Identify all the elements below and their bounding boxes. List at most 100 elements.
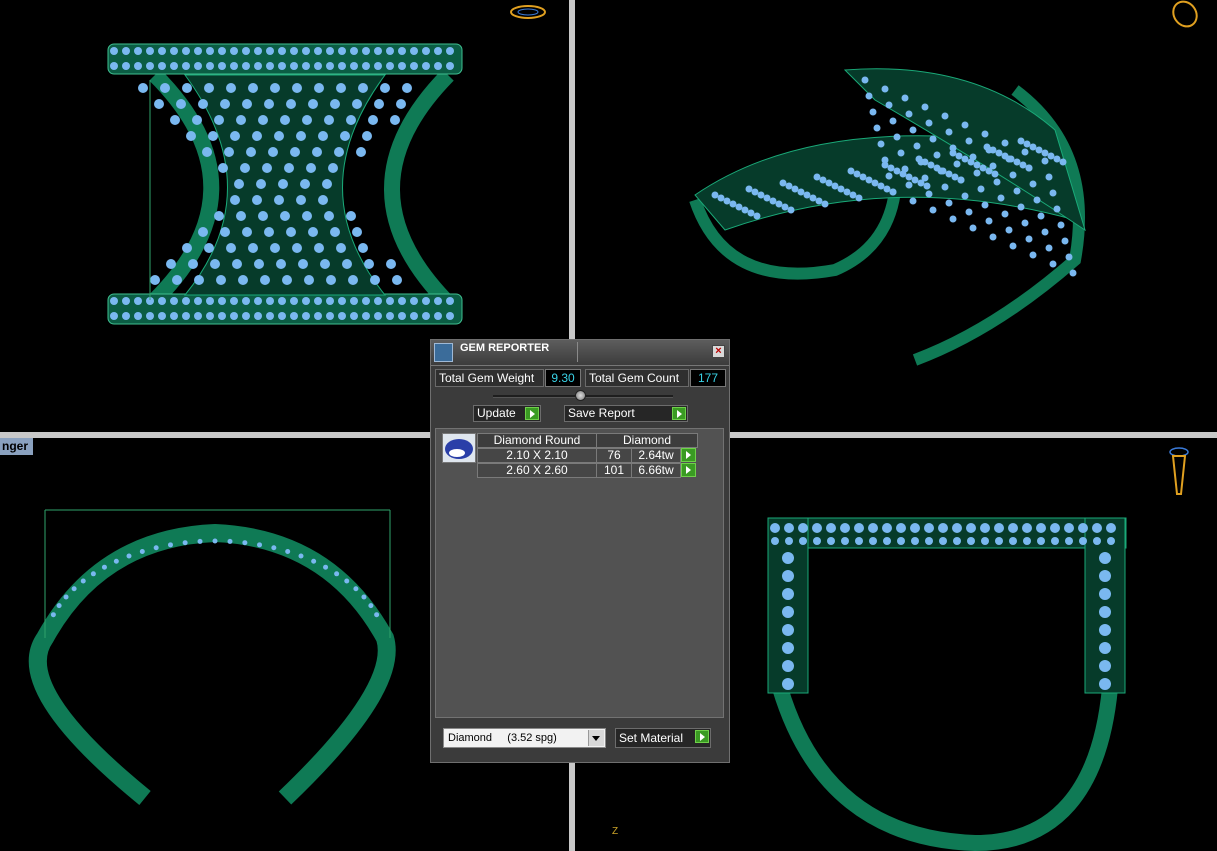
table-row-weight: 6.66tw	[631, 463, 681, 478]
gem-stone	[897, 537, 905, 545]
gem-stone	[170, 47, 178, 55]
gem-stone	[206, 47, 214, 55]
gem-stone	[945, 170, 953, 178]
pendant-gizmo-icon[interactable]	[1167, 446, 1191, 498]
viewport-name-tab[interactable]: nger	[0, 438, 33, 455]
gem-stone	[308, 227, 318, 237]
gem-stone	[812, 523, 822, 533]
set-material-button[interactable]: Set Material	[615, 728, 711, 748]
gem-stone	[1099, 552, 1111, 564]
gem-stone	[326, 47, 334, 55]
gem-stone	[1047, 152, 1055, 160]
gem-stone	[212, 538, 218, 544]
play-icon[interactable]	[681, 463, 696, 477]
gem-stone	[182, 62, 190, 70]
gem-stone	[374, 99, 384, 109]
gem-stone	[236, 115, 246, 125]
gem-stone	[194, 275, 204, 285]
gem-stone	[915, 155, 923, 163]
gem-stone	[885, 101, 893, 109]
gem-reporter-panel[interactable]: GEM REPORTER × Total Gem Weight 9.30 Tot…	[430, 339, 730, 763]
gem-stone	[1037, 212, 1045, 220]
gem-stone	[198, 99, 208, 109]
gem-stone	[877, 182, 885, 190]
gem-stone	[274, 131, 284, 141]
gem-stone	[302, 297, 310, 305]
gem-stone	[188, 259, 198, 269]
material-select[interactable]: Diamond (3.52 spg)	[443, 728, 606, 748]
gem-stone	[182, 297, 190, 305]
gem-stone	[925, 537, 933, 545]
gem-stone	[122, 47, 130, 55]
gem-stone	[819, 176, 827, 184]
gem-stone	[1009, 537, 1017, 545]
gem-stone	[258, 211, 268, 221]
gem-stone	[258, 115, 268, 125]
panel-titlebar[interactable]: GEM REPORTER ×	[431, 340, 729, 366]
gem-stone	[122, 312, 130, 320]
gem-stone	[290, 47, 298, 55]
gem-list[interactable]: Diamond Round Diamond 2.10 X 2.10 76 2.6…	[435, 428, 724, 718]
gem-stone	[782, 642, 794, 654]
gem-stone	[314, 243, 324, 253]
gem-stone	[967, 158, 975, 166]
gem-stone	[881, 161, 889, 169]
gem-stone	[220, 99, 230, 109]
gem-stone	[390, 115, 400, 125]
gem-stone	[374, 62, 382, 70]
gem-stone	[803, 191, 811, 199]
round-gem-icon[interactable]	[442, 433, 476, 463]
gem-stone	[264, 227, 274, 237]
gem-stone	[266, 297, 274, 305]
gem-stone	[80, 578, 86, 584]
gem-stone	[362, 312, 370, 320]
gem-stone	[224, 147, 234, 157]
gem-stone	[782, 660, 794, 672]
gem-stone	[1107, 537, 1115, 545]
gem-stone	[1023, 537, 1031, 545]
material-column-header: Diamond	[596, 433, 698, 448]
gem-stone	[113, 558, 119, 564]
gem-stone	[278, 47, 286, 55]
gem-stone	[227, 538, 233, 544]
gem-stone	[358, 83, 368, 93]
gem-stone	[781, 203, 789, 211]
gem-stone	[910, 523, 920, 533]
dropdown-arrow-icon[interactable]	[588, 730, 604, 746]
gem-stone	[933, 164, 941, 172]
size-slider-knob[interactable]	[575, 390, 586, 401]
gem-stone	[242, 99, 252, 109]
gem-stone	[398, 312, 406, 320]
gem-stone	[322, 179, 332, 189]
gem-stone	[286, 227, 296, 237]
gem-stone	[1023, 140, 1031, 148]
gem-stone	[941, 183, 949, 191]
gem-stone	[308, 99, 318, 109]
gem-stone	[292, 243, 302, 253]
gem-stone	[146, 47, 154, 55]
gem-stone	[1106, 523, 1116, 533]
ring-gizmo-icon[interactable]	[1165, 0, 1205, 30]
close-icon[interactable]: ×	[712, 345, 725, 358]
save-report-button[interactable]: Save Report	[564, 405, 688, 422]
gem-stone	[254, 259, 264, 269]
gem-stone	[396, 99, 406, 109]
gem-stone	[798, 523, 808, 533]
gem-stone	[314, 47, 322, 55]
gem-stone	[254, 297, 262, 305]
gem-stone	[398, 62, 406, 70]
gem-stone	[362, 297, 370, 305]
gem-stone	[859, 173, 867, 181]
gem-stone	[909, 197, 917, 205]
gem-stone	[1033, 196, 1041, 204]
gem-stone	[230, 312, 238, 320]
gem-stone	[314, 297, 322, 305]
update-button[interactable]: Update	[473, 405, 541, 422]
gem-stone	[266, 312, 274, 320]
gem-stone	[981, 130, 989, 138]
ring-gizmo-icon[interactable]	[508, 2, 548, 22]
gem-stone	[995, 537, 1003, 545]
gem-stone	[949, 149, 957, 157]
gem-stone	[883, 185, 891, 193]
play-icon[interactable]	[681, 448, 696, 462]
